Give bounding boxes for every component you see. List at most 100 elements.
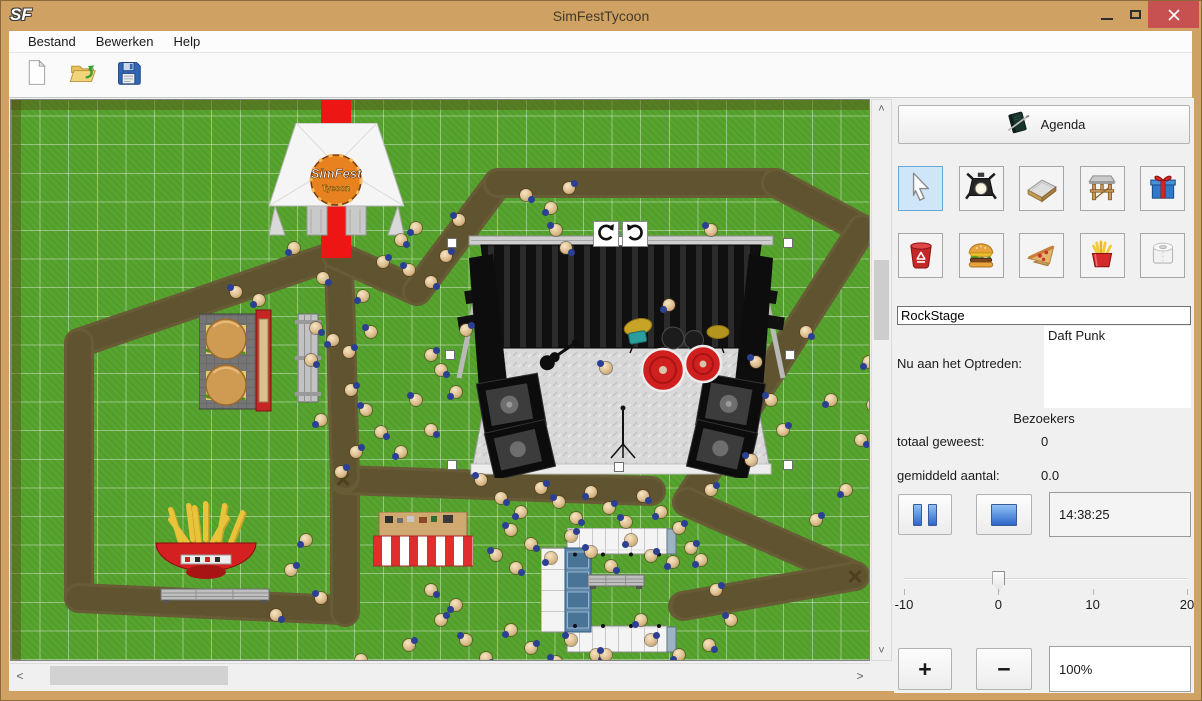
rotate-right-button[interactable]: [622, 221, 648, 247]
tool-button-cursor[interactable]: [898, 166, 943, 211]
visitor-sprite: [655, 506, 667, 518]
scroll-down-arrow[interactable]: ˅: [872, 642, 891, 660]
minimize-button[interactable]: [1094, 1, 1120, 28]
visitor-sprite: [317, 272, 329, 284]
visitor-sprite: [490, 549, 502, 561]
horizontal-scrollbar[interactable]: ˂ ˃: [10, 663, 870, 687]
close-button[interactable]: [1148, 1, 1199, 28]
visitor-sprite: [645, 634, 657, 646]
tool-button-fries[interactable]: [1080, 233, 1125, 278]
zoom-out-button[interactable]: −: [976, 648, 1032, 690]
now-performing-list[interactable]: Daft Punk: [1044, 326, 1191, 408]
selection-handle[interactable]: [447, 238, 457, 248]
agenda-button-label: Agenda: [1041, 117, 1086, 132]
visitor-sprite: [460, 324, 472, 336]
visitor-sprite: [360, 404, 372, 416]
save-button[interactable]: [111, 58, 145, 92]
visitor-sprite: [637, 490, 649, 502]
visitor-sprite: [475, 474, 487, 486]
gift-icon: [1146, 170, 1180, 207]
main-toolbar: [9, 53, 1192, 98]
visitor-sprite: [705, 224, 717, 236]
vertical-scroll-thumb[interactable]: [874, 260, 889, 340]
zoom-level-display: 100%: [1049, 646, 1191, 692]
visitor-sprite: [510, 562, 522, 574]
performing-list-item[interactable]: Daft Punk: [1044, 326, 1191, 345]
menu-item-bewerken[interactable]: Bewerken: [87, 32, 163, 51]
stop-button[interactable]: [976, 494, 1032, 535]
title-bar[interactable]: SF SimFestTycoon: [1, 1, 1201, 31]
visitor-sprite: [425, 424, 437, 436]
visitor-sprite: [863, 356, 870, 368]
open-folder-button[interactable]: [65, 58, 99, 92]
visitor-sprite: [825, 394, 837, 406]
tool-button-burger[interactable]: [959, 233, 1004, 278]
tool-button-path-tile[interactable]: [1019, 166, 1064, 211]
tool-button-pizza[interactable]: [1019, 233, 1064, 278]
minimize-icon: [1101, 18, 1113, 20]
park-object-burger-stand[interactable]: [199, 308, 284, 413]
slider-tick-label: 0: [995, 597, 1002, 612]
scroll-left-arrow[interactable]: ˂: [10, 664, 30, 688]
side-panel: Agenda Nu aan het Optreden: Daft Punk Be…: [894, 98, 1194, 693]
now-performing-label: Nu aan het Optreden:: [897, 356, 1022, 371]
park-object-market-stall[interactable]: [373, 512, 473, 570]
selection-handle[interactable]: [445, 350, 455, 360]
vertical-scrollbar[interactable]: ˄ ˅: [871, 99, 892, 661]
park-object-tent[interactable]: SimFestTycoon: [269, 123, 404, 238]
selection-handle[interactable]: [785, 350, 795, 360]
tool-button-stage-structure[interactable]: [1080, 166, 1125, 211]
horizontal-scroll-thumb[interactable]: [50, 666, 228, 685]
visitor-sprite: [355, 654, 367, 661]
scroll-up-arrow[interactable]: ˄: [872, 100, 891, 118]
slider-tick: [1187, 589, 1188, 595]
visitor-sprite: [695, 554, 707, 566]
new-file-button[interactable]: [19, 58, 53, 92]
pizza-icon: [1025, 237, 1059, 274]
visitor-sprite: [625, 534, 637, 546]
visitor-sprite: [230, 286, 242, 298]
park-canvas[interactable]: SimFestTycoon: [10, 99, 870, 661]
menu-item-help[interactable]: Help: [165, 32, 210, 51]
work-area: SimFestTycoon ˄ ˅ ˂ ˃ Agenda Nu aan het …: [9, 98, 1192, 691]
zoom-in-button[interactable]: +: [898, 648, 952, 690]
selection-handle[interactable]: [614, 462, 624, 472]
visitor-sprite: [545, 202, 557, 214]
tool-button-spotlight[interactable]: [959, 166, 1004, 211]
visitor-sprite: [553, 496, 565, 508]
park-object-bench-h[interactable]: [586, 572, 646, 590]
visitors-section-title: Bezoekers: [954, 411, 1134, 426]
tool-button-trash-bin[interactable]: [898, 233, 943, 278]
tool-button-toilet-paper[interactable]: [1140, 233, 1185, 278]
selection-handle[interactable]: [783, 238, 793, 248]
park-object-fries-stand[interactable]: [151, 498, 261, 593]
visitor-sprite: [745, 454, 757, 466]
agenda-book-icon: [1003, 109, 1031, 140]
park-object-bench-h[interactable]: [159, 586, 271, 604]
selection-handle[interactable]: [783, 460, 793, 470]
menu-item-bestand[interactable]: Bestand: [19, 32, 85, 51]
stage-name-input[interactable]: [897, 306, 1191, 325]
tool-row-2: [894, 233, 1194, 278]
park-object-stage[interactable]: [451, 228, 791, 478]
scroll-right-arrow[interactable]: ˃: [850, 664, 870, 688]
pause-button[interactable]: [898, 494, 952, 535]
visitor-sprite: [345, 384, 357, 396]
maximize-button[interactable]: [1122, 1, 1148, 28]
visitor-sprite: [705, 484, 717, 496]
visitor-sprite: [365, 326, 377, 338]
visitor-sprite: [327, 334, 339, 346]
agenda-button[interactable]: Agenda: [898, 105, 1190, 144]
rotate-left-button[interactable]: [593, 221, 619, 247]
visitor-sprite: [350, 446, 362, 458]
rotate-cw-icon: [625, 222, 645, 247]
tool-button-gift[interactable]: [1140, 166, 1185, 211]
visitor-sprite: [285, 564, 297, 576]
visitor-sprite: [635, 614, 647, 626]
selection-handle[interactable]: [447, 460, 457, 470]
clock-display: 14:38:25: [1049, 492, 1191, 537]
slider-tick: [904, 589, 905, 595]
speed-slider[interactable]: -1001020: [904, 553, 1187, 613]
stop-icon: [991, 504, 1017, 526]
slider-track[interactable]: [904, 578, 1187, 580]
